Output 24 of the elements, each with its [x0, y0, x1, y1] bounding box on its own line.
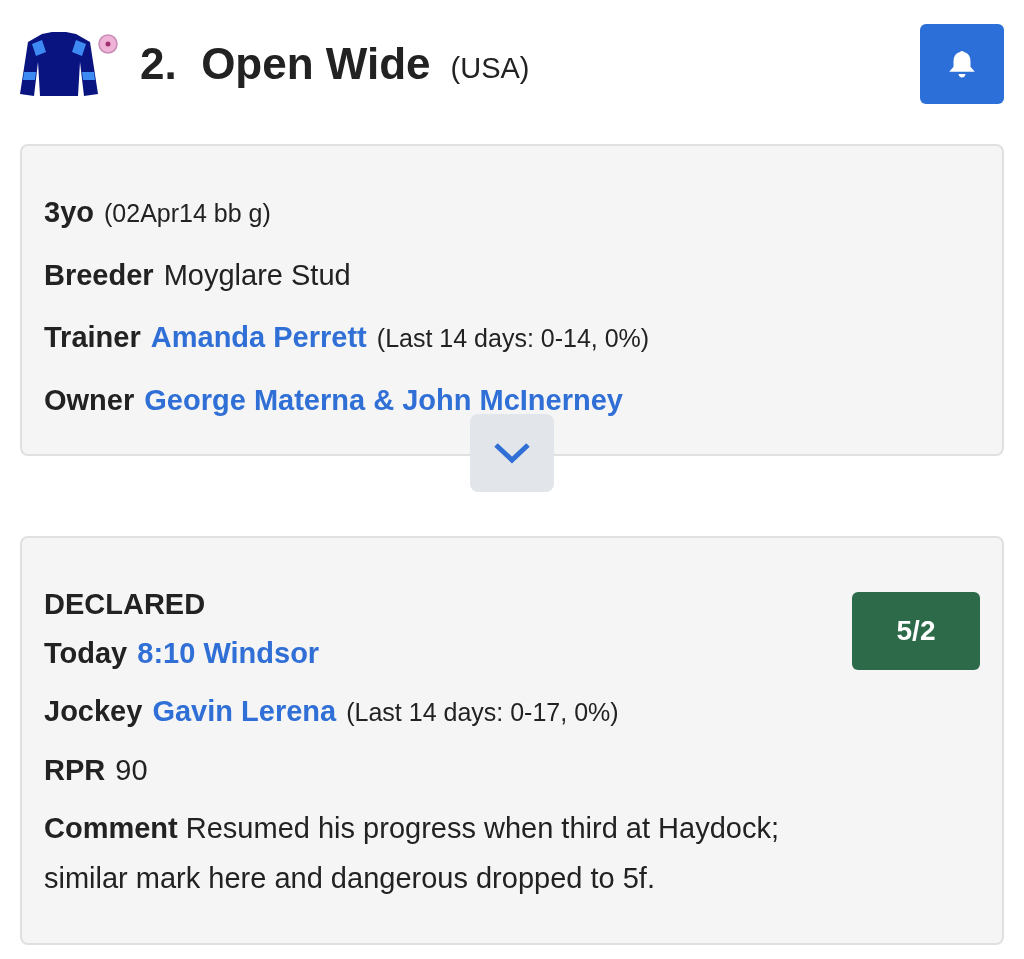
comment-text: Comment Resumed his progress when third at Haydock; similar mark here and dangerous dropped to 5f.	[44, 811, 780, 896]
country-text: (USA)	[450, 51, 530, 85]
field-label: Today	[44, 637, 128, 669]
link[interactable]: Amanda Perrett	[150, 321, 367, 353]
field-label: Jockey	[44, 695, 143, 727]
link[interactable]: George Materna & John McInerney	[144, 384, 623, 416]
field-label: Trainer	[44, 321, 141, 353]
note-text: (Last 14 days: 0-17, 0%)	[346, 698, 619, 726]
field-label: Owner	[44, 384, 135, 416]
chevron-icon	[492, 441, 532, 465]
status-text: DECLARED	[44, 588, 206, 621]
link[interactable]: 8:10 Windsor	[137, 637, 320, 669]
field-value: 90	[115, 754, 148, 786]
link[interactable]: Gavin Lerena	[152, 695, 337, 727]
notification-button[interactable]	[920, 24, 1004, 104]
note-text: (Last 14 days: 0-14, 0%)	[376, 324, 650, 352]
note-text: (02Apr14 bb g)	[104, 199, 271, 227]
field-label: RPR	[44, 754, 106, 786]
odds-badge[interactable]: 5/2	[852, 592, 980, 670]
field-value: Moyglare Stud	[163, 259, 351, 291]
horse-title: 2. Open Wide	[140, 39, 431, 89]
expand-button[interactable]	[470, 414, 554, 492]
field-label: 3yo	[44, 196, 94, 228]
field-label: Breeder	[44, 259, 154, 291]
